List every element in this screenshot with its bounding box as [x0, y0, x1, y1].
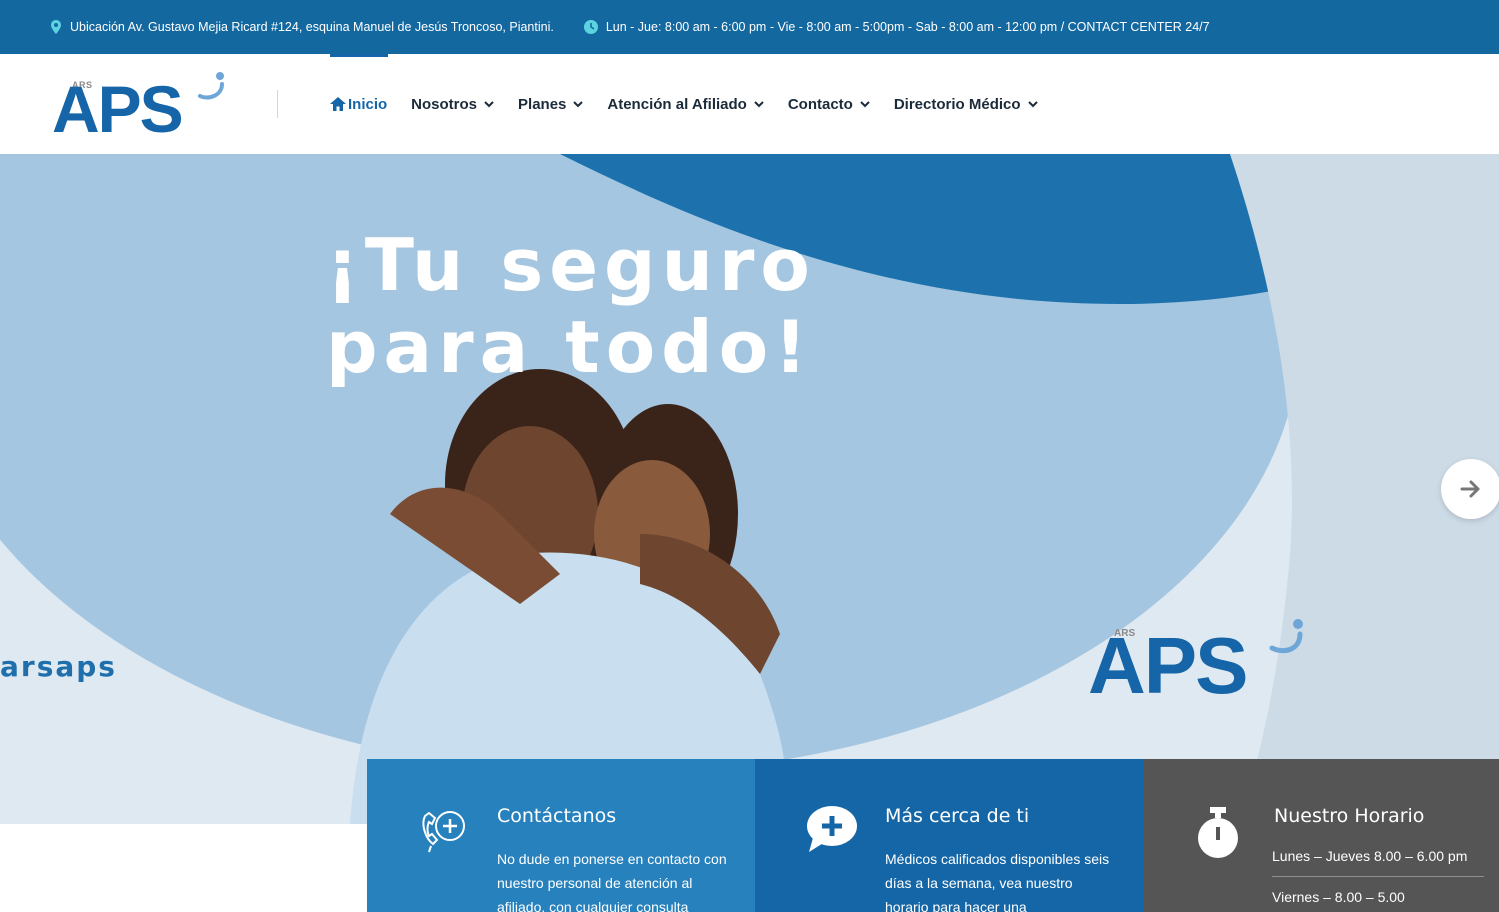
info-cards: Contáctanos No dude en ponerse en contac…: [367, 759, 1499, 912]
hero-headline-line1: ¡Tu seguro: [326, 223, 816, 307]
hours-text: Lun - Jue: 8:00 am - 6:00 pm - Vie - 8:0…: [605, 20, 1210, 34]
hours-info: Lun - Jue: 8:00 am - 6:00 pm - Vie - 8:0…: [583, 20, 1210, 34]
nav-label-inicio: Inicio: [348, 95, 388, 113]
card-title: Nuestro Horario: [1274, 805, 1425, 827]
chevron-down-icon: [860, 100, 870, 107]
nav-item-planes[interactable]: Planes: [518, 54, 584, 154]
slider-next-button[interactable]: [1441, 459, 1499, 519]
nav-item-directorio-medico[interactable]: Directorio Médico: [894, 54, 1038, 154]
nav-item-inicio[interactable]: Inicio: [330, 54, 389, 154]
nav-label-planes: Planes: [518, 95, 567, 113]
logo-swoosh-icon: [1269, 619, 1303, 654]
arrow-right-icon: [1460, 480, 1480, 498]
clock-icon: [583, 20, 598, 34]
hero-logo-aps-text: APS: [1088, 621, 1248, 710]
schedule-row: Viernes – 8.00 – 5.00: [1272, 889, 1405, 905]
card-contactanos: Contáctanos No dude en ponerse en contac…: [367, 759, 755, 912]
hero-headline-line2: para todo!: [326, 305, 814, 389]
nav-item-nosotros[interactable]: Nosotros: [411, 54, 494, 154]
nav-label-nosotros: Nosotros: [411, 95, 478, 113]
top-info-bar: Ubicación Av. Gustavo Mejia Ricard #124,…: [0, 0, 1499, 54]
chevron-down-icon: [573, 100, 584, 107]
hero-headline: ¡Tu seguro para todo!: [326, 224, 816, 388]
location-text: Ubicación Av. Gustavo Mejia Ricard #124,…: [70, 20, 554, 34]
nav-label-atencion-afiliado: Atención al Afiliado: [607, 95, 747, 113]
card-title: Contáctanos: [497, 805, 617, 827]
site-logo[interactable]: ARS APS: [52, 70, 232, 142]
hero-social-handle: arsaps: [0, 650, 117, 683]
logo-aps-text: APS: [52, 72, 184, 146]
hero-slider: ¡Tu seguro para todo! arsaps ARS APS: [0, 154, 1499, 824]
chevron-down-icon: [754, 100, 764, 107]
home-icon: [330, 97, 346, 111]
phone-plus-icon: [422, 811, 465, 853]
nav-item-contacto[interactable]: Contacto: [788, 54, 870, 154]
site-header: ARS APS Inicio Nosotros Planes Atención …: [0, 54, 1499, 154]
main-nav: Inicio Nosotros Planes Atención al Afili…: [330, 54, 1062, 154]
card-title: Más cerca de ti: [885, 805, 1030, 827]
chat-plus-icon: [807, 806, 857, 852]
stopwatch-icon: [1198, 807, 1238, 858]
hero-logo: ARS APS: [1088, 619, 1318, 714]
nav-item-atencion-afiliado[interactable]: Atención al Afiliado: [607, 54, 764, 154]
card-mas-cerca: Más cerca de ti Médicos calificados disp…: [755, 759, 1144, 912]
schedule-row: Lunes – Jueves 8.00 – 6.00 pm: [1272, 848, 1484, 877]
header-divider: [277, 90, 278, 118]
chevron-down-icon: [1027, 100, 1038, 107]
map-pin-icon: [51, 20, 61, 34]
nav-label-directorio-medico: Directorio Médico: [893, 95, 1021, 113]
card-text: Médicos calificados disponibles seis día…: [885, 851, 1110, 912]
logo-swoosh-icon: [198, 72, 224, 100]
card-horario: Nuestro Horario Lunes – Jueves 8.00 – 6.…: [1144, 759, 1499, 912]
nav-label-contacto: Contacto: [787, 95, 853, 113]
card-text: No dude en ponerse en contacto con nuest…: [497, 851, 727, 912]
location-info: Ubicación Av. Gustavo Mejia Ricard #124,…: [50, 20, 554, 34]
chevron-down-icon: [484, 100, 494, 107]
